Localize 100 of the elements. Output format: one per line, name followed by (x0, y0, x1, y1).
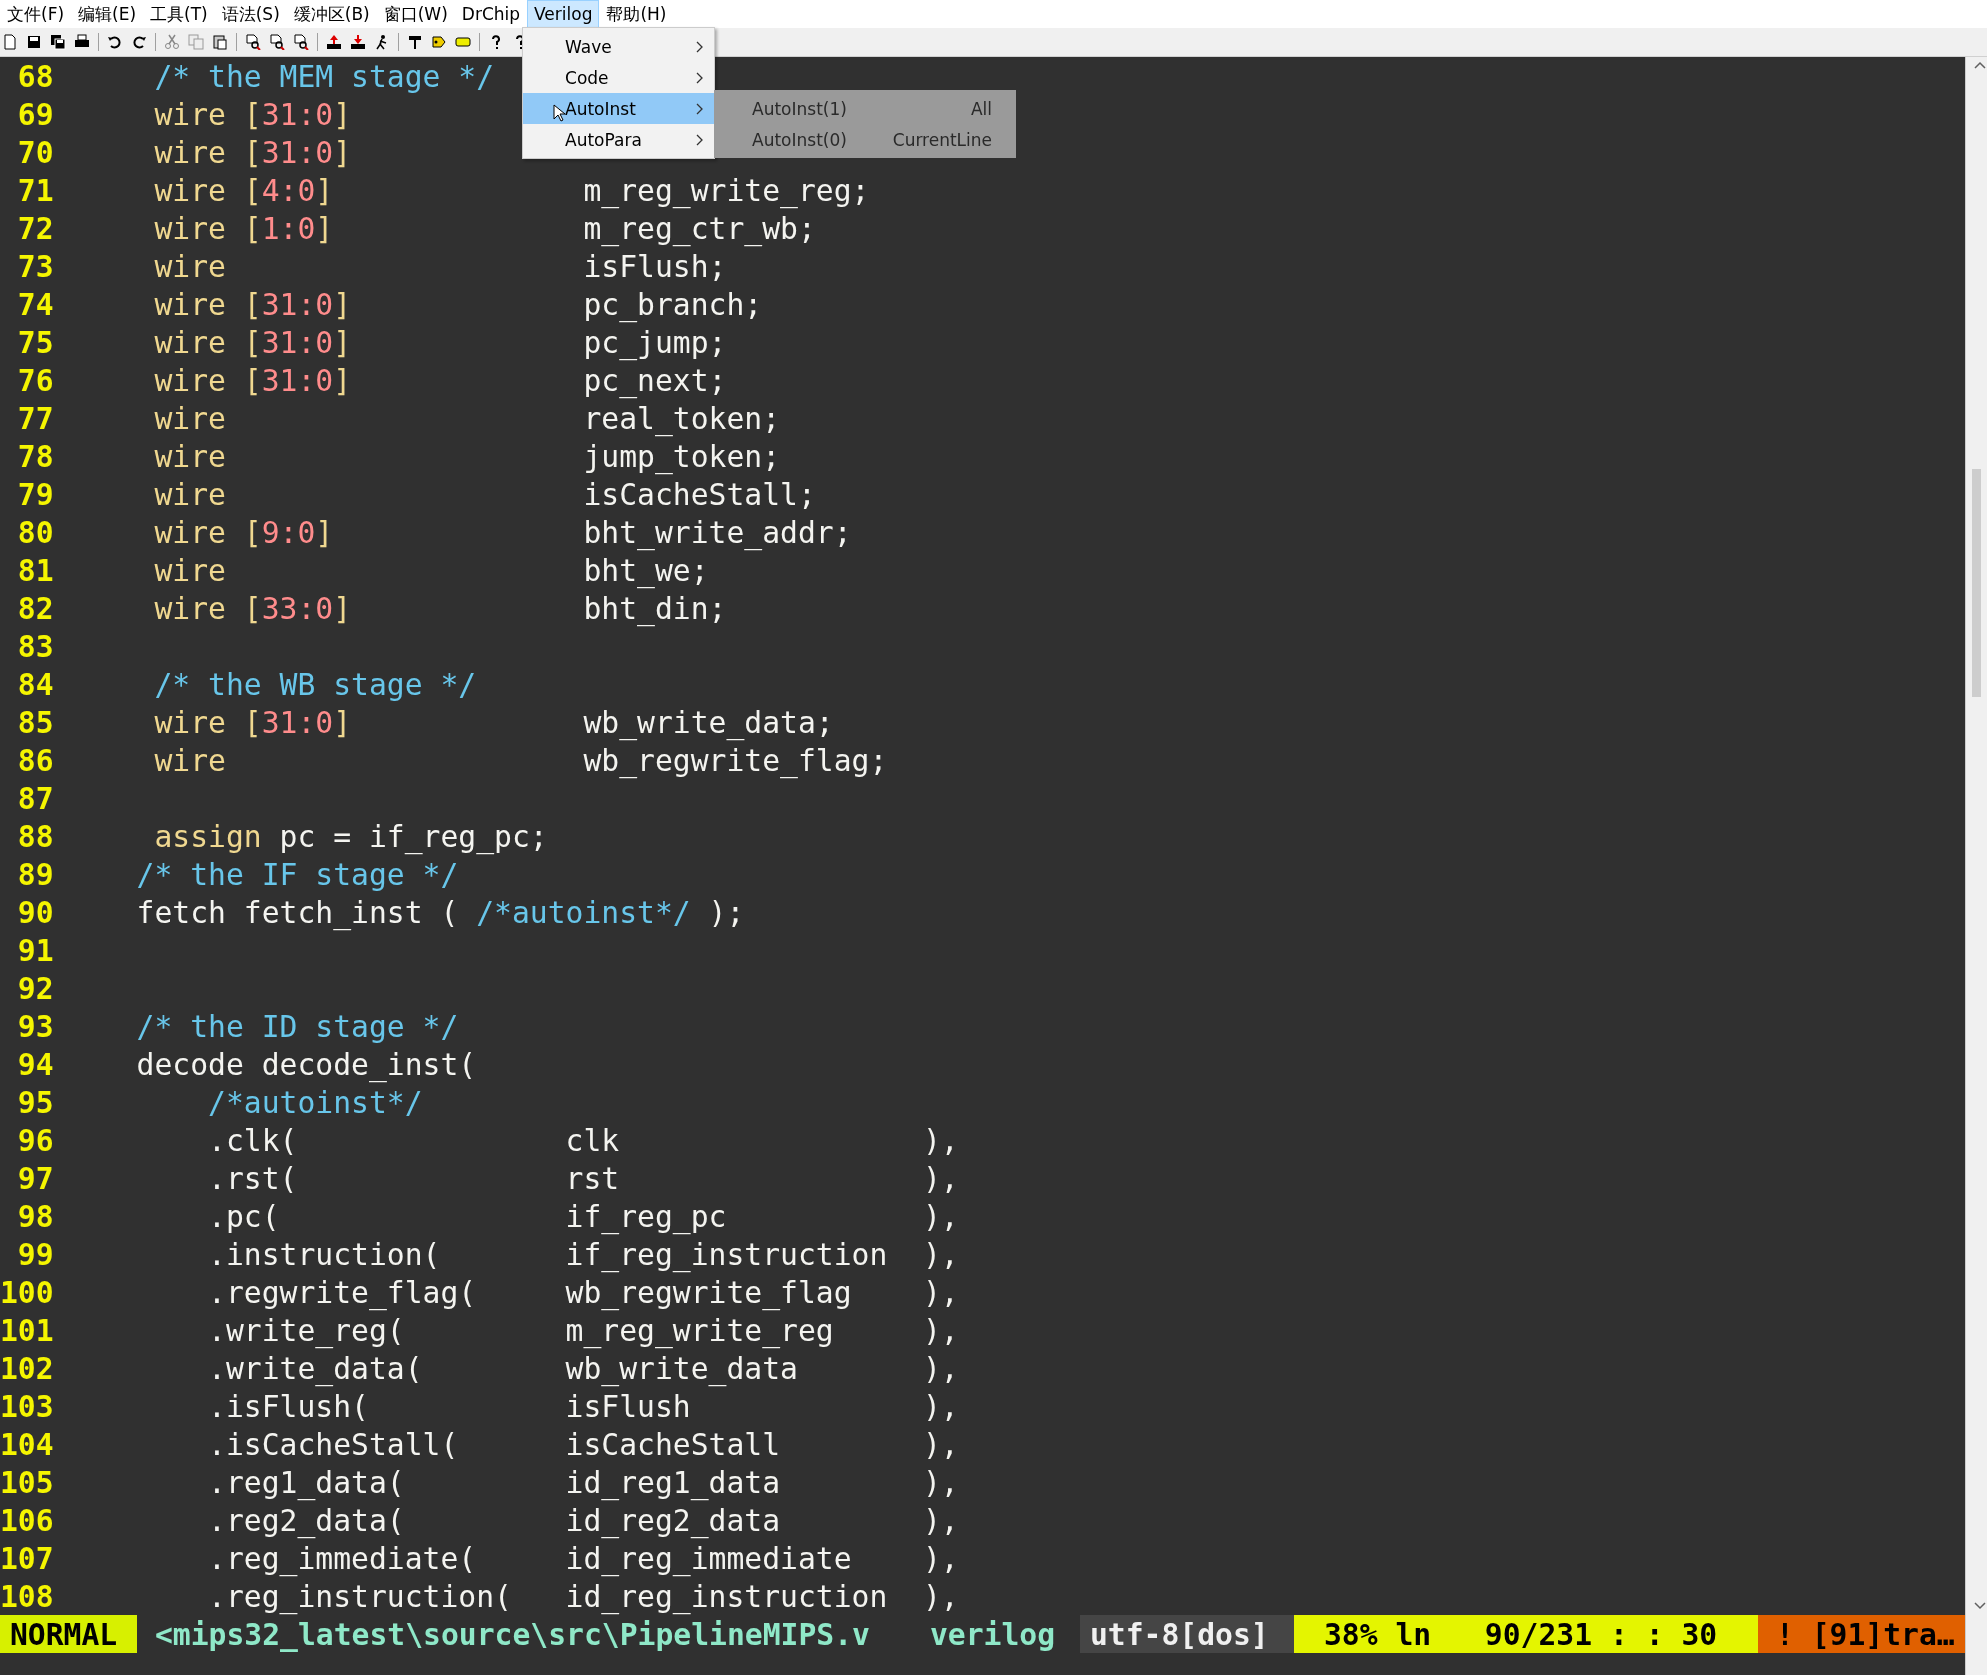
menu-item[interactable]: AutoPara (523, 124, 715, 155)
chevron-right-icon (696, 133, 705, 146)
code-comment: /*autoinst*/ (207, 1084, 423, 1120)
menu-item[interactable]: 缓冲区(B) (286, 0, 377, 28)
line-number: 91 (16, 932, 54, 968)
cut-icon[interactable] (164, 34, 180, 50)
code-text: m_reg_write_reg (565, 1312, 835, 1348)
code-comment: /* the IF stage */ (136, 856, 459, 892)
save-icon[interactable] (26, 34, 42, 50)
code-keyword: wire (153, 514, 226, 550)
code-text: .regwrite_flag( (208, 1274, 478, 1310)
code-text: id_reg_instruction (565, 1578, 889, 1614)
redo-icon[interactable] (131, 34, 147, 50)
line-number: 73 (16, 248, 54, 284)
line-number: 92 (16, 970, 54, 1006)
paste-icon[interactable] (212, 34, 228, 50)
code-text: ), (923, 1464, 959, 1500)
line-number: 96 (16, 1122, 54, 1158)
code-text: ); (708, 894, 745, 930)
code-keyword: wire (153, 248, 226, 284)
bit-range: [31:0] (243, 134, 352, 170)
line-number: 78 (16, 438, 54, 474)
label-icon[interactable] (455, 34, 471, 50)
tag-icon[interactable] (431, 34, 447, 50)
code-keyword: wire (153, 96, 226, 132)
line-number: 74 (16, 286, 54, 322)
code-text: bht_write_addr; (583, 514, 852, 550)
code-keyword: wire (153, 742, 226, 778)
code-text: .reg1_data( (208, 1464, 406, 1500)
menu-item[interactable]: 工具(T) (143, 0, 215, 28)
line-number: 85 (16, 704, 54, 740)
code-text: .write_data( (208, 1350, 424, 1386)
new-file-icon[interactable] (2, 34, 18, 50)
submenu-item-detail: CurrentLine (892, 129, 993, 150)
code-text: ), (923, 1274, 959, 1310)
code-text: m_reg_write_reg; (583, 172, 870, 208)
menu-item[interactable]: DrChip (454, 0, 528, 28)
code-text: pc_next; (583, 362, 727, 398)
code-keyword: wire (153, 286, 226, 322)
code-text: bht_we; (583, 552, 709, 588)
download-icon[interactable] (350, 34, 366, 50)
menu-item[interactable]: Wave (523, 31, 715, 62)
menu-item[interactable]: 帮助(H) (599, 0, 674, 28)
line-number: 103 (0, 1388, 54, 1424)
cursor-icon (553, 104, 566, 122)
save-all-icon[interactable] (50, 34, 66, 50)
bit-range: [31:0] (243, 362, 352, 398)
code-text: .pc( (208, 1198, 281, 1234)
menu-item[interactable]: 文件(F) (0, 0, 72, 28)
code-text: real_token; (583, 400, 781, 436)
code-text: if_reg_instruction (565, 1236, 889, 1272)
line-number: 75 (16, 324, 54, 360)
code-text: id_reg2_data (565, 1502, 782, 1538)
find-next-icon[interactable] (269, 34, 285, 50)
submenu-item[interactable]: AutoInst(0) (752, 129, 847, 150)
line-number: 106 (0, 1502, 54, 1538)
code-keyword: wire (153, 362, 226, 398)
code-text: ), (923, 1122, 959, 1158)
chevron-right-icon (696, 102, 705, 115)
bit-range: [31:0] (243, 324, 352, 360)
upload-icon[interactable] (326, 34, 342, 50)
code-text: .isCacheStall( (208, 1426, 460, 1462)
line-number: 97 (16, 1160, 54, 1196)
menu-item[interactable]: 语法(S) (214, 0, 287, 28)
code-text: jump_token; (583, 438, 781, 474)
bit-range: [9:0] (243, 514, 334, 550)
code-comment: /* the MEM stage */ (153, 58, 495, 94)
code-keyword: wire (153, 590, 226, 626)
code-text: wb_regwrite_flag (565, 1274, 853, 1310)
submenu-item[interactable]: AutoInst(1) (752, 98, 847, 119)
line-number: 76 (16, 362, 54, 398)
scrollbar[interactable] (1964, 57, 1987, 1675)
line-number: 95 (16, 1084, 54, 1120)
menu-item[interactable]: AutoInst (523, 93, 715, 124)
menu-item[interactable]: 窗口(W) (376, 0, 455, 28)
line-number: 82 (16, 590, 54, 626)
find-icon[interactable] (245, 34, 261, 50)
print-icon[interactable] (74, 34, 90, 50)
line-number: 107 (0, 1540, 54, 1576)
line-number: 72 (16, 210, 54, 246)
code-text: wb_write_data (565, 1350, 799, 1386)
code-text: id_reg_immediate (565, 1540, 853, 1576)
line-number: 69 (16, 96, 54, 132)
menu-item[interactable]: Code (523, 62, 715, 93)
code-text: pc_branch; (583, 286, 763, 322)
code-keyword: wire (153, 476, 226, 512)
code-text: .clk( (208, 1122, 299, 1158)
code-comment: /* the WB stage */ (153, 666, 477, 702)
menu-item[interactable]: 编辑(E) (71, 0, 144, 28)
code-text: isCacheStall (565, 1426, 782, 1462)
code-keyword: wire (153, 324, 226, 360)
code-keyword: wire (153, 172, 226, 208)
find-previous-icon[interactable] (293, 34, 309, 50)
code-text: rst (565, 1160, 621, 1196)
chevron-right-icon (696, 71, 705, 84)
undo-icon[interactable] (107, 34, 123, 50)
scrollbar-thumb[interactable] (1971, 469, 1981, 697)
code-text: .instruction( (208, 1236, 442, 1272)
line-number: 102 (0, 1350, 54, 1386)
code-text: .reg_instruction( (208, 1578, 513, 1614)
